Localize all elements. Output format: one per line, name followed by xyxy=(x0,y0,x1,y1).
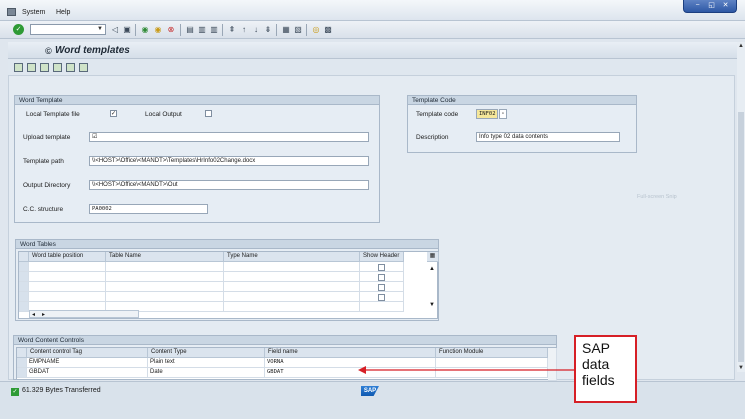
annotation-callout: SAP data fields xyxy=(574,335,637,403)
